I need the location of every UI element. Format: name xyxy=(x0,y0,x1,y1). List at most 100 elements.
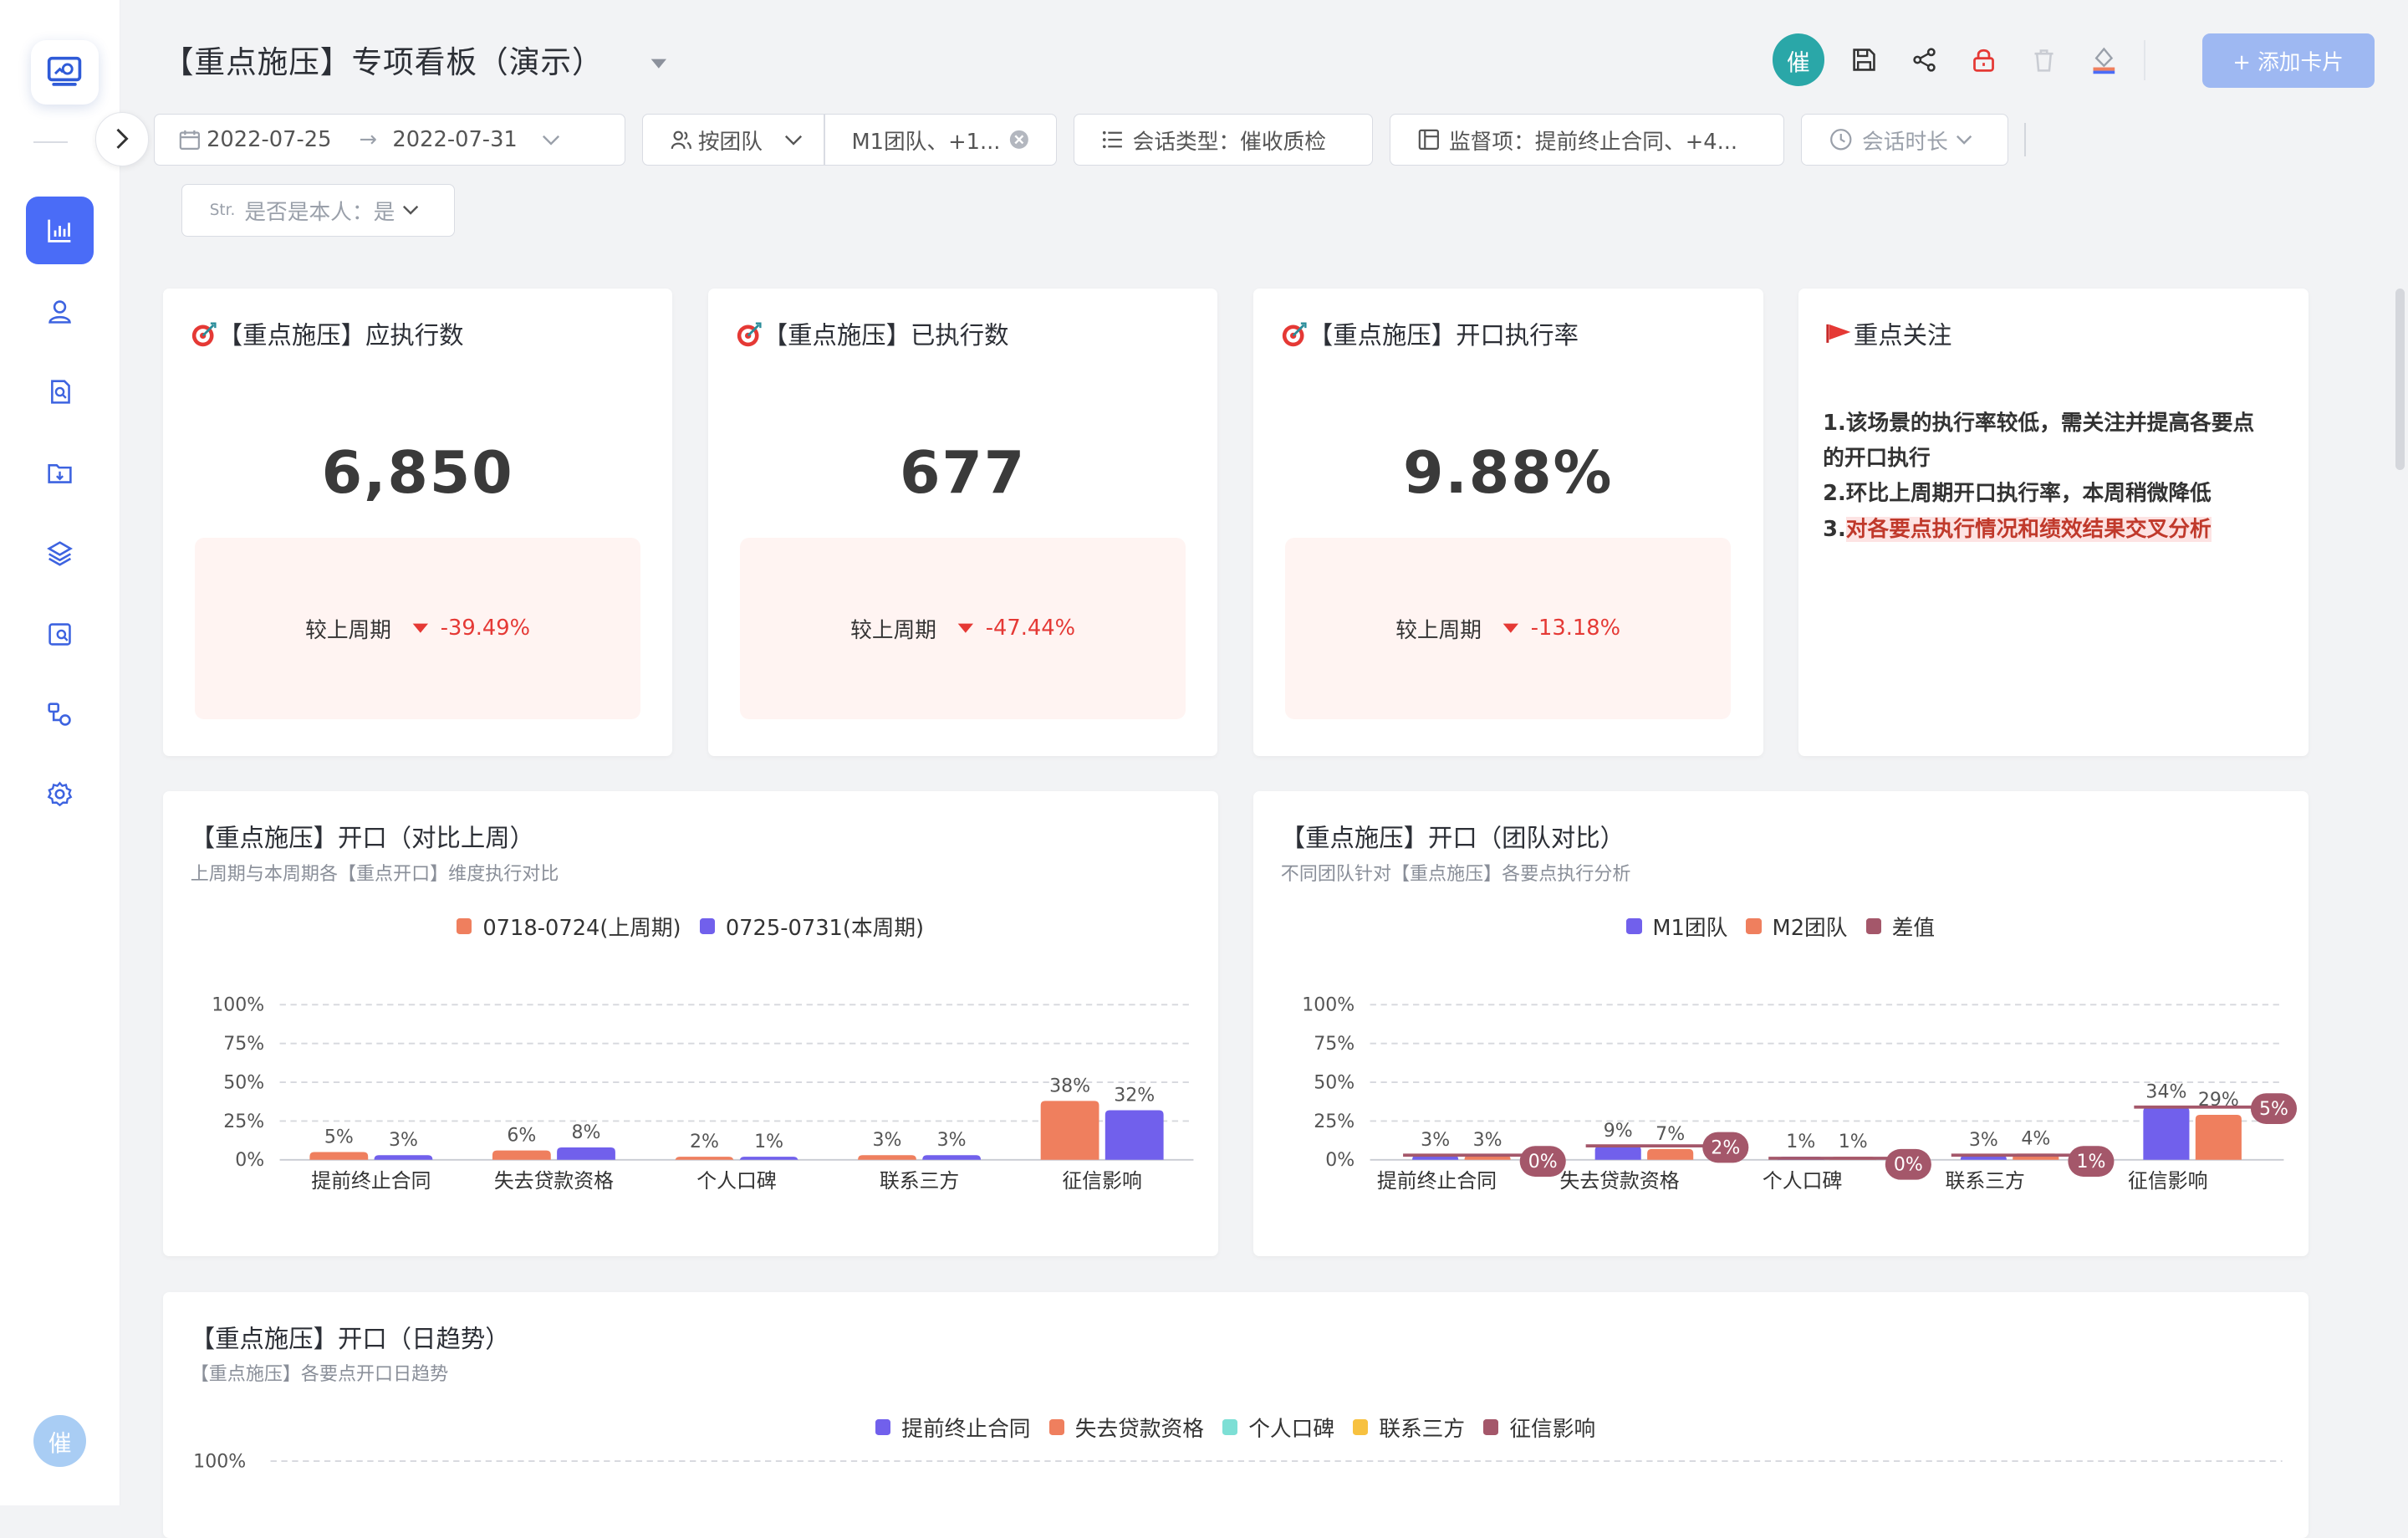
compare-label: 较上周期 xyxy=(1395,617,1482,643)
clock-icon xyxy=(1829,128,1853,151)
app-logo-icon[interactable] xyxy=(30,39,99,105)
data-label: 3% xyxy=(1472,1130,1502,1151)
sidebar-item-flow[interactable] xyxy=(26,681,94,749)
paint-bucket-icon[interactable] xyxy=(2083,33,2125,85)
header-user-avatar[interactable]: 催 xyxy=(1772,33,1824,86)
share-icon[interactable] xyxy=(1903,33,1946,85)
sidebar-toggle-button[interactable] xyxy=(94,112,150,166)
delta-value: -47.44% xyxy=(985,616,1076,641)
kpi-title-row: 【重点施压】已执行数 xyxy=(736,316,1009,351)
sidebar-item-layers[interactable] xyxy=(26,519,94,587)
file-search-icon xyxy=(51,380,70,404)
chevron-down-icon xyxy=(402,204,419,217)
kpi-card[interactable]: 【重点施压】开口执行率 9.88% 较上周期 -13.18% xyxy=(1252,289,1763,756)
kpi-title: 【重点施压】开口执行率 xyxy=(1308,321,1579,350)
header-toolbar: 催 xyxy=(1772,33,2143,86)
flag-icon xyxy=(1826,324,1851,344)
kpi-card[interactable]: 【重点施压】应执行数 6,850 较上周期 -39.49% xyxy=(162,289,673,756)
data-label: 3% xyxy=(936,1130,966,1151)
delete-icon[interactable] xyxy=(2023,33,2065,85)
kpi-compare-panel: 较上周期 -47.44% xyxy=(740,537,1186,719)
kpi-value: 677 xyxy=(900,439,1027,508)
sidebar-item-inspection[interactable] xyxy=(26,358,94,426)
data-label: 3% xyxy=(1969,1130,1998,1151)
page-title: 【重点施压】专项看板（演示） xyxy=(162,44,604,81)
data-label: 38% xyxy=(1049,1076,1090,1096)
delta-row: -47.44% xyxy=(949,616,1075,641)
sidebar-item-dashboard[interactable] xyxy=(26,197,94,264)
list-icon xyxy=(1102,130,1124,149)
add-card-button[interactable]: + 添加卡片 xyxy=(2201,33,2375,88)
chevron-right-icon xyxy=(116,129,129,150)
line-chart: 100% xyxy=(193,1451,2283,1472)
monitor-item-filter[interactable]: 监督项：提前终止合同、+4... xyxy=(1390,113,1785,166)
chevron-down-icon xyxy=(1956,134,1972,146)
focus-line: 3.对各要点执行情况和绩效结果交叉分析 xyxy=(1823,512,2274,547)
team-filter[interactable]: 按团队 M1团队、+1... xyxy=(641,113,1057,166)
date-start[interactable]: 2022-07-25 xyxy=(207,127,331,152)
folder-download-icon xyxy=(48,464,72,483)
y-tick-label: 0% xyxy=(1325,1150,1354,1171)
board-icon xyxy=(1418,129,1440,151)
layers-icon xyxy=(47,540,74,566)
diff-label: 1% xyxy=(2076,1152,2105,1173)
y-tick-label: 50% xyxy=(1314,1072,1354,1093)
date-arrow: → xyxy=(359,127,378,153)
session-type-filter[interactable]: 会话类型：催收质检 xyxy=(1073,113,1373,166)
bar xyxy=(675,1156,734,1162)
x-tick-label: 失去贷款资格 xyxy=(494,1169,614,1193)
x-tick-label: 联系三方 xyxy=(880,1169,959,1193)
clear-icon[interactable] xyxy=(1008,129,1030,151)
y-tick-label: 25% xyxy=(1314,1111,1354,1132)
chart-card-daily-trend[interactable]: 【重点施压】开口（日趋势） 【重点施压】各要点开口日趋势 提前终止合同 失去贷款… xyxy=(162,1291,2309,1538)
chart-card-team-compare[interactable]: 【重点施压】开口（团队对比） 不同团队针对【重点施压】各要点执行分析 M1团队 … xyxy=(1252,790,2309,1257)
y-tick-label: 0% xyxy=(235,1150,264,1171)
sidebar-item-users[interactable] xyxy=(26,278,94,345)
kpi-value: 6,850 xyxy=(321,439,514,508)
data-label: 2% xyxy=(690,1132,719,1152)
date-end[interactable]: 2022-07-31 xyxy=(392,127,517,152)
page-scrollbar[interactable] xyxy=(2395,289,2405,471)
chevron-down-icon xyxy=(784,134,803,146)
lock-icon[interactable] xyxy=(1962,33,2005,85)
data-label: 1% xyxy=(754,1132,783,1152)
team-select-value[interactable]: M1团队、+1... xyxy=(851,125,1000,156)
kpi-value: 9.88% xyxy=(1402,439,1614,508)
is-self-filter[interactable]: Str. 是否是本人：是 xyxy=(181,184,455,237)
monitor-item-value[interactable]: 监督项：提前终止合同、+4... xyxy=(1449,125,1737,156)
x-tick-label: 提前终止合同 xyxy=(1377,1169,1497,1193)
duration-label[interactable]: 会话时长 xyxy=(1862,125,1948,156)
kpi-compare-panel: 较上周期 -13.18% xyxy=(1285,537,1731,719)
user-avatar[interactable]: 催 xyxy=(33,1414,86,1468)
filter-divider xyxy=(824,113,826,166)
kpi-title-row: 【重点施压】开口执行率 xyxy=(1281,316,1579,351)
focus-highlight: 对各要点执行情况和绩效结果交叉分析 xyxy=(1845,516,2212,542)
x-tick-label: 联系三方 xyxy=(1945,1169,2024,1193)
title-dropdown-icon[interactable] xyxy=(648,49,670,78)
session-type-value[interactable]: 会话类型：催收质检 xyxy=(1133,125,1326,156)
kpi-title: 【重点施压】应执行数 xyxy=(217,321,464,350)
focus-line: 2.环比上周期开口执行率，本周稍微降低 xyxy=(1823,481,2212,507)
kpi-title: 【重点施压】已执行数 xyxy=(763,321,1009,350)
date-range-picker[interactable]: 2022-07-25 → 2022-07-31 xyxy=(153,113,625,166)
chart-card-week-compare[interactable]: 【重点施压】开口（对比上周） 上周期与本周期各【重点开口】维度执行对比 0718… xyxy=(162,790,1218,1257)
duration-filter[interactable]: 会话时长 xyxy=(1801,113,2009,166)
sidebar-item-images[interactable] xyxy=(26,600,94,668)
kpi-card[interactable]: 【重点施压】已执行数 677 较上周期 -47.44% xyxy=(707,289,1218,756)
y-tick-label: 75% xyxy=(1314,1034,1354,1055)
sidebar-item-settings[interactable] xyxy=(26,760,94,828)
bar xyxy=(739,1157,798,1162)
sidebar-item-files[interactable] xyxy=(26,439,94,507)
focus-note-card[interactable]: 重点关注 1.该场景的执行率较低，需关注并提高各要点的开口执行 2.环比上周期开… xyxy=(1798,289,2309,756)
is-self-value[interactable]: 是否是本人：是 xyxy=(244,195,395,226)
diff-label: 5% xyxy=(2259,1099,2288,1120)
y-tick-label: 100% xyxy=(1302,995,1354,1016)
group-by-select[interactable]: 按团队 xyxy=(698,125,763,156)
y-tick-label: 100% xyxy=(212,995,264,1016)
focus-note-list: 1.该场景的执行率较低，需关注并提高各要点的开口执行 2.环比上周期开口执行率，… xyxy=(1823,406,2274,547)
user-icon xyxy=(48,300,71,324)
save-icon[interactable] xyxy=(1843,33,1885,85)
data-label: 9% xyxy=(1603,1121,1632,1142)
y-tick-label: 75% xyxy=(223,1034,264,1055)
string-type-icon: Str. xyxy=(209,202,236,220)
